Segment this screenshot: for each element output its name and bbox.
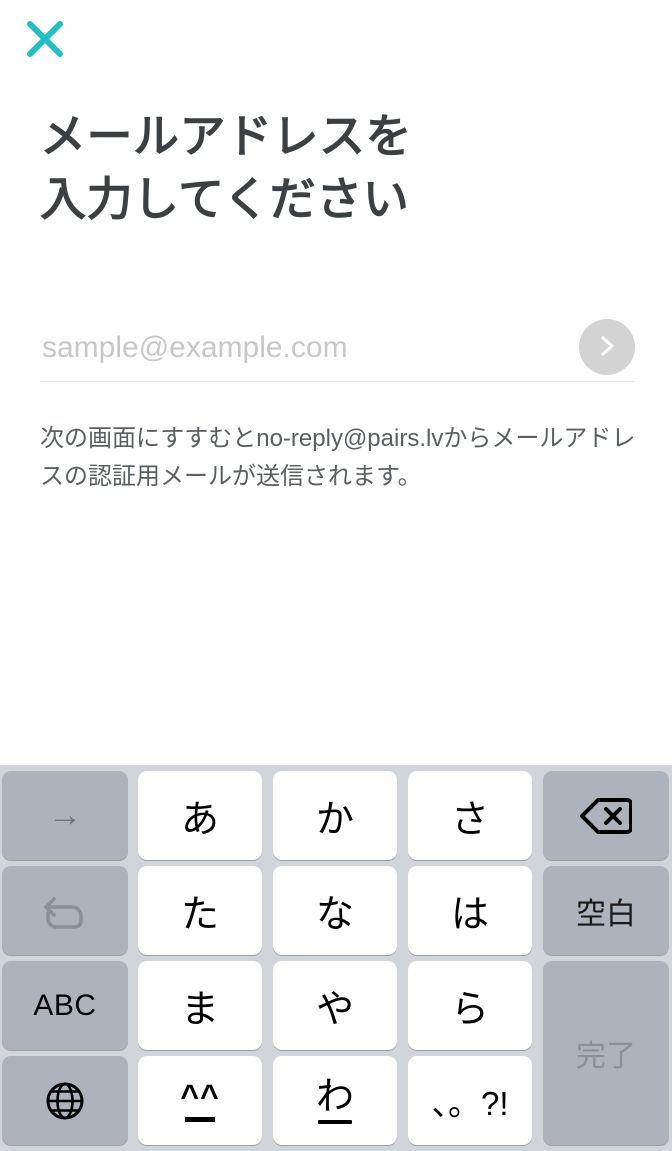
key-ka[interactable]: か [273,771,397,860]
key-ma[interactable]: ま [138,961,262,1050]
emoticon-carets: ^^ [180,1077,220,1114]
close-button[interactable] [18,12,72,66]
key-ha[interactable]: は [408,866,532,955]
key-emoticon-glyph: ^_^ ^^ [180,1080,219,1122]
key-sa-label: さ [450,799,489,841]
delete-left-icon [580,796,632,836]
submit-button[interactable] [579,319,635,375]
app-screen: メールアドレスを 入力してください 次の画面にすすむとno-reply@pair… [0,0,672,765]
key-punctuation[interactable]: 、。?! [408,1056,532,1145]
close-icon [24,18,66,60]
key-done[interactable]: 完了 [543,961,669,1145]
key-next-candidate[interactable]: → [2,771,128,860]
key-space-label: 空白 [576,897,636,931]
key-ra-label: ら [450,989,489,1031]
input-underline [40,381,635,382]
key-punctuation-label: 、。?! [431,1084,509,1122]
email-input[interactable] [40,318,565,378]
key-globe[interactable] [2,1056,128,1145]
key-next-candidate-label: → [48,796,82,834]
key-na[interactable]: な [273,866,397,955]
key-wa-glyph: わ [316,1078,354,1124]
key-ta-label: た [180,894,219,936]
key-done-label: 完了 [576,1040,636,1073]
key-wa-label: わ [315,1075,354,1118]
page-title: メールアドレスを 入力してください [40,110,412,226]
key-abc[interactable]: ABC [2,961,128,1050]
keyboard-grid: → あ か さ た な は 空白 ABC ま や ら 完了 ^^ わ 、。?! [0,765,672,1151]
key-a[interactable]: あ [138,771,262,860]
key-emoticon[interactable]: ^_^ ^^ [138,1056,262,1145]
software-keyboard: → あ か さ た な は 空白 ABC ま や ら 完了 ^^ わ 、。?! [0,765,672,1151]
key-na-label: な [315,894,354,936]
key-space[interactable]: 空白 [543,866,669,955]
key-ta[interactable]: た [138,866,262,955]
key-ya-label: や [315,989,354,1031]
key-wa-underscore [317,1119,352,1124]
emoticon-underbar [185,1116,215,1122]
key-backspace[interactable] [543,771,669,860]
key-abc-label: ABC [33,988,97,1022]
chevron-right-icon [594,333,620,362]
key-ha-label: は [450,894,489,936]
key-ma-label: ま [180,989,219,1031]
verification-description: 次の画面にすすむとno-reply@pairs.lvからメールアドレスの認証用メ… [40,425,636,491]
key-ra[interactable]: ら [408,961,532,1050]
key-ya[interactable]: や [273,961,397,1050]
globe-icon [43,1079,87,1123]
key-wa[interactable]: わ [273,1056,397,1145]
key-undo[interactable] [2,866,128,955]
key-sa[interactable]: さ [408,771,532,860]
email-input-row [40,318,635,380]
undo-arrow-icon [40,889,90,933]
key-a-label: あ [180,799,219,841]
key-ka-label: か [315,799,354,841]
